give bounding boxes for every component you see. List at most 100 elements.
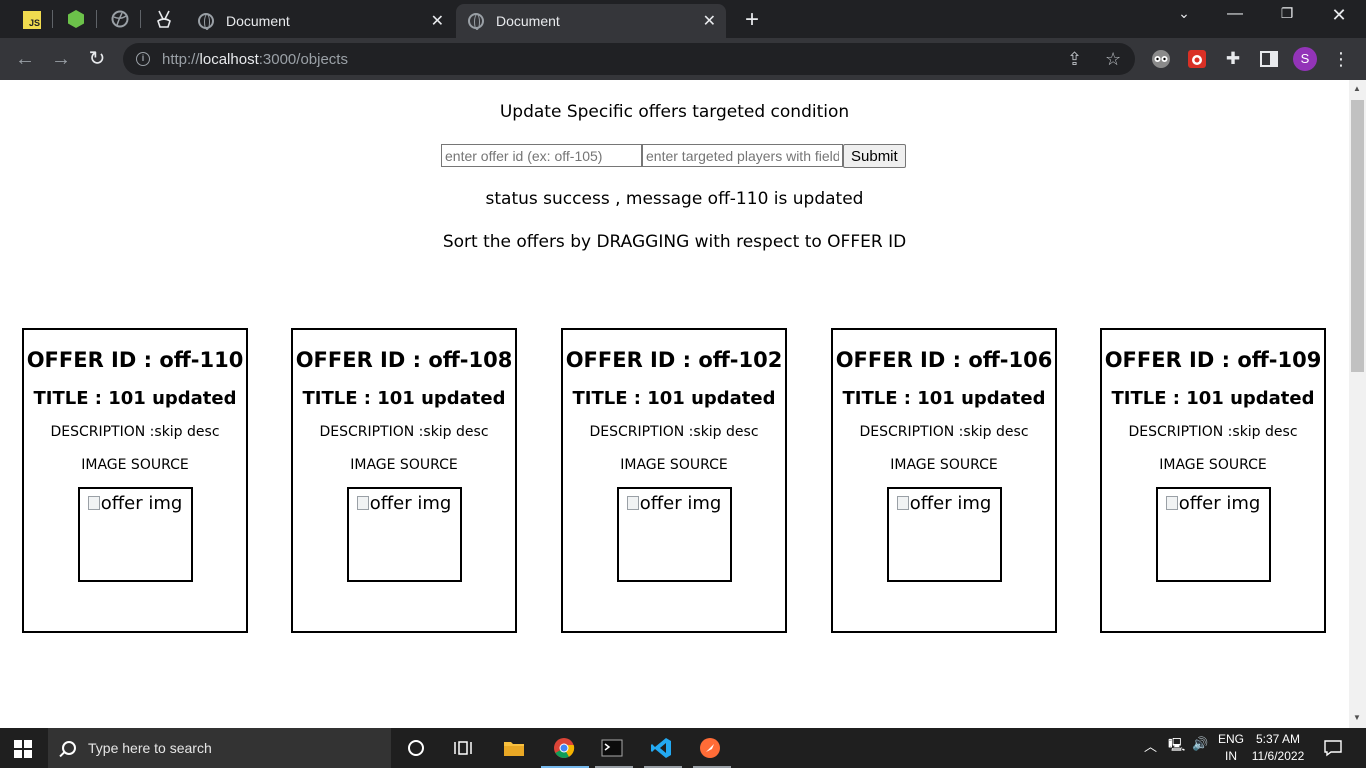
image-source-label: IMAGE SOURCE (620, 457, 728, 473)
page-scrollbar[interactable]: ▲ ▼ (1349, 80, 1366, 728)
js-icon: JS (23, 11, 41, 29)
scroll-up-arrow-icon[interactable]: ▲ (1353, 84, 1361, 93)
site-info-icon[interactable]: i (136, 52, 150, 66)
pinned-tab-globe[interactable] (108, 8, 132, 30)
notifications-icon[interactable] (1320, 736, 1346, 760)
pinned-tab-nodejs[interactable] (64, 8, 88, 30)
tab-divider (52, 10, 53, 28)
window-close-icon[interactable]: ✕ (1316, 5, 1362, 26)
offer-image: offer img (616, 487, 732, 582)
windows-start-icon[interactable] (14, 740, 32, 758)
clock-date: 11/6/2022 (1251, 749, 1305, 763)
tab-document-2[interactable]: Document ✕ (456, 4, 726, 38)
scrollbar-thumb[interactable] (1351, 100, 1364, 372)
offer-image-alt: offer img (639, 493, 722, 514)
url-path: :3000/objects (258, 50, 348, 68)
submit-button[interactable]: Submit (843, 144, 906, 168)
offer-card[interactable]: OFFER ID : off-102 TITLE : 101 updated D… (561, 328, 787, 633)
network-icon[interactable]: 🖳 (1168, 736, 1185, 758)
postman-icon[interactable] (697, 736, 723, 760)
tab-divider (96, 10, 97, 28)
extensions-puzzle-icon[interactable]: ✚ (1222, 48, 1244, 70)
globe-icon (198, 13, 214, 30)
offer-id: OFFER ID : off-108 (295, 348, 513, 372)
image-source-label: IMAGE SOURCE (81, 457, 189, 473)
offer-card[interactable]: OFFER ID : off-110 TITLE : 101 updated D… (22, 328, 248, 633)
offer-id: OFFER ID : off-106 (835, 348, 1053, 372)
extension-bug-icon[interactable] (1186, 48, 1208, 70)
offer-title: TITLE : 101 updated (1111, 388, 1315, 409)
offer-id: OFFER ID : off-102 (565, 348, 783, 372)
pinned-tab-puppeteer[interactable] (152, 8, 176, 30)
url-text[interactable]: http://localhost:3000/objects (162, 51, 348, 68)
image-source-label: IMAGE SOURCE (890, 457, 998, 473)
restore-icon[interactable]: ❐ (1264, 5, 1310, 22)
offer-description: DESCRIPTION :skip desc (1128, 424, 1298, 440)
task-view-icon[interactable] (450, 736, 476, 760)
cortana-icon[interactable] (403, 736, 429, 760)
close-icon[interactable]: ✕ (703, 11, 716, 31)
scroll-down-arrow-icon[interactable]: ▼ (1353, 713, 1361, 722)
offer-card[interactable]: OFFER ID : off-108 TITLE : 101 updated D… (291, 328, 517, 633)
offer-id: OFFER ID : off-109 (1104, 348, 1322, 372)
language-indicator[interactable]: ENG IN (1218, 731, 1244, 765)
tray-chevron-icon[interactable]: ︿ (1144, 736, 1157, 755)
puppeteer-icon (157, 10, 171, 28)
extension-owl-icon[interactable] (1150, 48, 1172, 70)
share-icon[interactable]: ⇪ (1067, 49, 1082, 70)
new-tab-button[interactable]: + (740, 6, 764, 34)
pinned-tab-js[interactable]: JS (20, 8, 44, 30)
file-explorer-icon[interactable] (501, 736, 527, 760)
forward-arrow-icon[interactable]: → (48, 46, 74, 72)
offer-image-alt: offer img (909, 493, 992, 514)
tab-search-chevron-icon[interactable]: ⌄ (1161, 5, 1207, 22)
sort-instruction: Sort the offers by DRAGGING with respect… (442, 232, 907, 252)
close-icon[interactable]: ✕ (431, 11, 444, 31)
offer-image-alt: offer img (1178, 493, 1261, 514)
image-source-label: IMAGE SOURCE (350, 457, 458, 473)
image-source-label: IMAGE SOURCE (1159, 457, 1267, 473)
chrome-icon[interactable] (551, 736, 577, 760)
tab-title: Document (226, 13, 290, 29)
search-icon (62, 741, 76, 755)
terminal-icon[interactable] (599, 736, 625, 760)
reload-icon[interactable]: ↻ (84, 46, 110, 72)
url-host: localhost (199, 50, 259, 68)
offer-card[interactable]: OFFER ID : off-106 TITLE : 101 updated D… (831, 328, 1057, 633)
taskbar-search-placeholder: Type here to search (88, 740, 212, 756)
kebab-menu-icon[interactable]: ⋮ (1330, 48, 1352, 70)
broken-image-icon (1165, 496, 1178, 510)
minimize-icon[interactable]: — (1212, 5, 1258, 23)
offer-image-alt: offer img (369, 493, 452, 514)
broken-image-icon (87, 496, 100, 510)
page-heading: Update Specific offers targeted conditio… (499, 102, 850, 122)
broken-image-icon (626, 496, 639, 510)
taskbar-search[interactable]: Type here to search (48, 728, 391, 768)
offer-image-alt: offer img (100, 493, 183, 514)
bookmark-star-icon[interactable]: ☆ (1105, 49, 1121, 70)
address-bar[interactable]: i http://localhost:3000/objects ⇪ ☆ (123, 43, 1135, 75)
vscode-icon[interactable] (648, 736, 674, 760)
tab-document-1[interactable]: Document ✕ (186, 4, 454, 38)
offer-title: TITLE : 101 updated (33, 388, 237, 409)
offer-card[interactable]: OFFER ID : off-109 TITLE : 101 updated D… (1100, 328, 1326, 633)
broken-image-icon (896, 496, 909, 510)
globe-icon (111, 10, 129, 28)
profile-avatar[interactable]: S (1293, 47, 1317, 71)
windows-taskbar: Type here to search ︿ 🖳 🔊 ENG IN 5:37 AM… (0, 728, 1366, 768)
volume-icon[interactable]: 🔊 (1192, 736, 1208, 752)
system-clock[interactable]: 5:37 AM 11/6/2022 (1250, 731, 1306, 765)
side-panel-icon[interactable] (1258, 48, 1280, 70)
globe-icon (468, 13, 484, 30)
update-offer-form: Submit (441, 144, 906, 168)
offer-image: offer img (886, 487, 1002, 582)
back-arrow-icon[interactable]: ← (12, 46, 38, 72)
offer-title: TITLE : 101 updated (302, 388, 506, 409)
offer-image: offer img (1155, 487, 1271, 582)
tab-title: Document (496, 13, 560, 29)
offer-id-input[interactable] (441, 144, 642, 167)
nodejs-icon (68, 10, 84, 28)
tab-divider (140, 10, 141, 28)
targeted-players-input[interactable] (642, 144, 843, 167)
offer-title: TITLE : 101 updated (572, 388, 776, 409)
